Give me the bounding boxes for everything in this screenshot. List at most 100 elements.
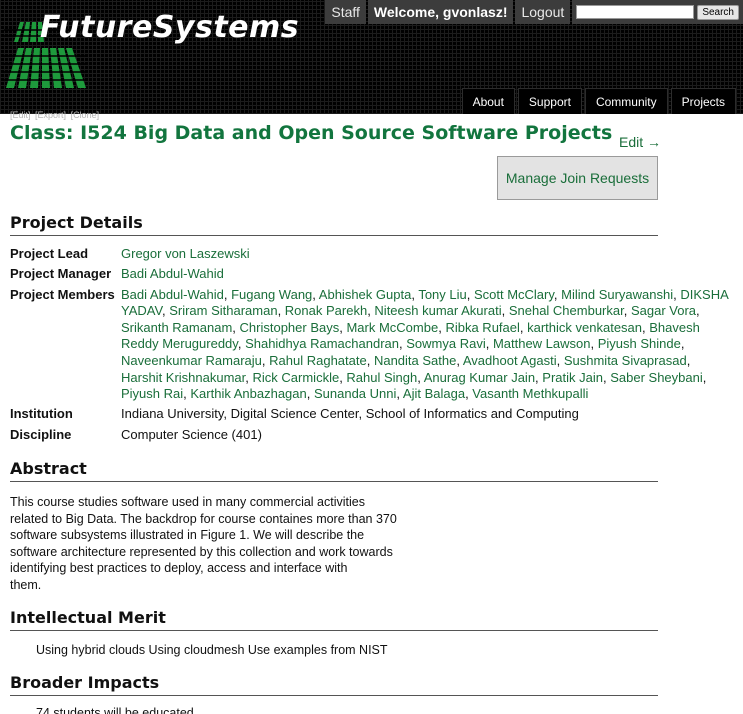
member-separator: , xyxy=(466,286,474,302)
member-link[interactable]: Tony Liu xyxy=(418,287,466,302)
page-title: Class: I524 Big Data and Open Source Sof… xyxy=(10,122,613,144)
member-link[interactable]: Piyush Shinde xyxy=(598,336,681,351)
detail-label: Project Manager xyxy=(10,266,112,282)
detail-label: Discipline xyxy=(10,426,72,442)
member-link[interactable]: Niteesh kumar Akurati xyxy=(374,303,501,318)
member-link[interactable]: Nandita Sathe xyxy=(374,353,456,368)
member-link[interactable]: Anurag Kumar Jain xyxy=(424,370,535,385)
broader-impacts-heading: Broader Impacts xyxy=(10,673,658,696)
member-link[interactable]: Saber Sheybani xyxy=(610,370,703,385)
abstract-text: This course studies software used in man… xyxy=(10,494,430,594)
search-button[interactable]: Search xyxy=(697,4,739,20)
member-link[interactable]: Sushmita Sivaprasad xyxy=(564,353,687,368)
member-link[interactable]: Pratik Jain xyxy=(542,370,603,385)
staff-link[interactable]: Staff xyxy=(325,0,366,24)
member-link[interactable]: Avadhoot Agasti xyxy=(463,353,557,368)
member-separator: , xyxy=(485,336,493,352)
member-separator: , xyxy=(277,303,285,319)
abstract-line: related to Big Data. The backdrop for co… xyxy=(10,511,397,526)
admin-export-link[interactable]: [Export] xyxy=(35,110,66,120)
member-separator: , xyxy=(501,303,509,319)
member-link[interactable]: Mark McCombe xyxy=(346,320,438,335)
project-details: Project Lead Gregor von Laszewski Projec… xyxy=(10,246,732,447)
member-link[interactable]: Ribka Rufael xyxy=(445,320,519,335)
member-separator: , xyxy=(590,336,598,352)
member-separator: , xyxy=(702,369,707,385)
member-link[interactable]: Matthew Lawson xyxy=(493,336,591,351)
member-separator: , xyxy=(686,352,691,368)
nav-about[interactable]: About xyxy=(461,88,515,114)
member-separator: , xyxy=(623,303,631,319)
member-separator: , xyxy=(366,352,374,368)
member-link[interactable]: karthick venkatesan xyxy=(527,320,642,335)
abstract-heading: Abstract xyxy=(10,459,658,482)
member-separator: , xyxy=(680,336,685,352)
member-link[interactable]: Rick Carmickle xyxy=(253,370,340,385)
member-link[interactable]: Vasanth Methkupalli xyxy=(472,386,588,401)
detail-row-members: Project Members Badi Abdul-Wahid, Fugang… xyxy=(10,287,732,403)
discipline-value: Computer Science (401) xyxy=(121,426,262,442)
member-separator: , xyxy=(237,336,246,352)
detail-row-discipline: Discipline Computer Science (401) xyxy=(10,427,732,444)
institution-value: Indiana University, Digital Science Cent… xyxy=(121,406,579,422)
nav-community[interactable]: Community xyxy=(584,88,668,114)
member-link[interactable]: Srikanth Ramanam xyxy=(121,320,232,335)
member-separator: , xyxy=(223,286,232,302)
detail-label: Project Lead xyxy=(10,246,89,261)
nav-support[interactable]: Support xyxy=(517,88,582,114)
detail-row-lead: Project Lead Gregor von Laszewski xyxy=(10,246,732,263)
member-link[interactable]: Ronak Parekh xyxy=(285,303,367,318)
project-lead-link[interactable]: Gregor von Laszewski xyxy=(121,246,732,263)
member-separator: , xyxy=(245,369,253,385)
project-details-heading: Project Details xyxy=(10,213,658,236)
member-link[interactable]: Karthik Anbazhagan xyxy=(190,386,306,401)
member-separator: , xyxy=(696,303,700,319)
member-link[interactable]: Fugang Wang xyxy=(231,287,312,302)
member-link[interactable]: Piyush Rai xyxy=(121,386,183,401)
member-link[interactable]: Badi Abdul-Wahid xyxy=(121,287,224,302)
intellectual-merit-text: Using hybrid clouds Using cloudmesh Use … xyxy=(36,643,388,657)
abstract-line: identifying best practices to deploy, ac… xyxy=(10,561,348,576)
member-separator: , xyxy=(232,319,240,335)
abstract-line: software architecture represented by thi… xyxy=(10,544,393,559)
detail-row-manager: Project Manager Badi Abdul-Wahid xyxy=(10,266,732,283)
member-link[interactable]: Ajit Balaga xyxy=(403,386,465,401)
manage-join-requests-button[interactable]: Manage Join Requests xyxy=(497,156,658,200)
site-header: FutureSystems Staff Welcome, gvonlasz! L… xyxy=(0,0,743,114)
admin-edit-link[interactable]: [Edit] xyxy=(10,110,31,120)
member-link[interactable]: Milind Suryawanshi xyxy=(561,287,673,302)
member-link[interactable]: Naveenkumar Ramaraju xyxy=(121,353,262,368)
detail-row-institution: Institution Indiana University, Digital … xyxy=(10,406,732,423)
member-link[interactable]: Harshit Krishnakumar xyxy=(121,370,245,385)
member-link[interactable]: Scott McClary xyxy=(474,287,554,302)
member-link[interactable]: Rahul Raghatate xyxy=(269,353,367,368)
welcome-user-link[interactable]: Welcome, gvonlasz! xyxy=(367,0,514,24)
site-logo[interactable]: FutureSystems xyxy=(40,10,299,45)
nav-projects[interactable]: Projects xyxy=(670,88,736,114)
admin-links: [Edit] [Export] [Clone] xyxy=(10,110,101,120)
member-link[interactable]: Sowmya Ravi xyxy=(406,336,485,351)
member-separator: , xyxy=(306,386,314,402)
abstract-line: software subsystems illustrated in Figur… xyxy=(10,528,365,543)
intellectual-merit-heading: Intellectual Merit xyxy=(10,608,658,631)
search-input[interactable] xyxy=(576,5,695,19)
broader-impacts-text: 74 students will be educated xyxy=(36,706,194,714)
member-link[interactable]: Christopher Bays xyxy=(240,320,340,335)
logout-link[interactable]: Logout xyxy=(515,0,571,24)
detail-label: Institution xyxy=(10,406,73,422)
project-manager-link[interactable]: Badi Abdul-Wahid xyxy=(121,266,732,283)
member-link[interactable]: Sagar Vora xyxy=(631,303,696,318)
member-link[interactable]: Rahul Singh xyxy=(346,370,417,385)
admin-clone-link[interactable]: [Clone] xyxy=(71,110,100,120)
edit-link[interactable]: Edit → xyxy=(619,134,661,150)
member-link[interactable]: Sriram Sitharaman xyxy=(169,303,277,318)
abstract-line: them. xyxy=(10,577,42,592)
main-nav: About Support Community Projects xyxy=(459,88,736,114)
member-link[interactable]: Sunanda Unni xyxy=(314,386,396,401)
member-link[interactable]: Shahidhya Ramachandran xyxy=(245,336,399,351)
detail-label: Project Members xyxy=(10,286,115,302)
members-list: Badi Abdul-Wahid, Fugang Wang, Abhishek … xyxy=(121,287,732,403)
member-link[interactable]: Snehal Chemburkar xyxy=(509,303,624,318)
member-link[interactable]: Abhishek Gupta xyxy=(319,287,412,302)
search-box: Search xyxy=(572,0,743,24)
